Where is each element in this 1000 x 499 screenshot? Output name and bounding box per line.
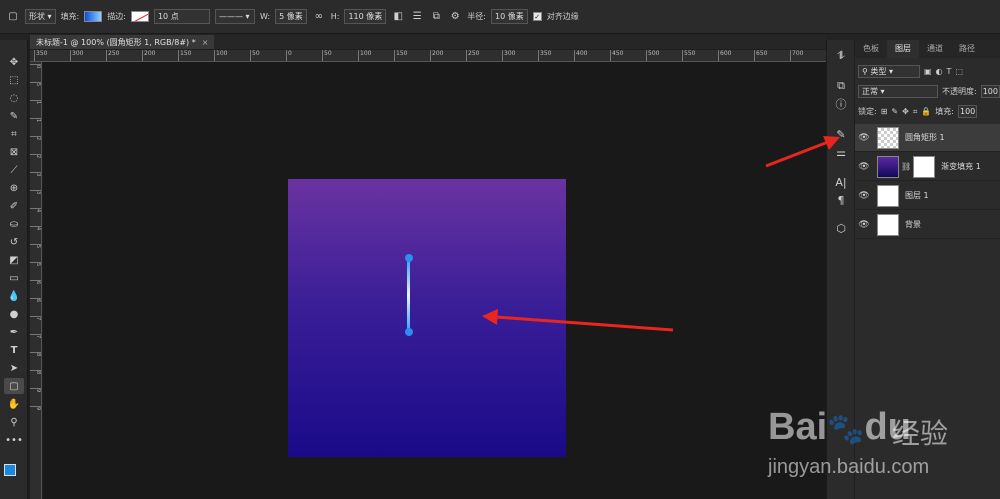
- baidu-watermark: Bai🐾du 经验 jingyan.baidu.com: [768, 388, 1000, 488]
- arrow-to-panel: [765, 140, 829, 168]
- watermark-cn: 经验: [892, 417, 949, 450]
- paw-icon: 🐾: [827, 413, 865, 446]
- arrow-head-to-shape: [482, 309, 498, 325]
- watermark-logo: Bai🐾du: [768, 406, 911, 449]
- watermark-url: jingyan.baidu.com: [768, 456, 930, 478]
- watermark-logo-text: Bai: [768, 406, 828, 448]
- arrow-to-shape: [495, 315, 674, 332]
